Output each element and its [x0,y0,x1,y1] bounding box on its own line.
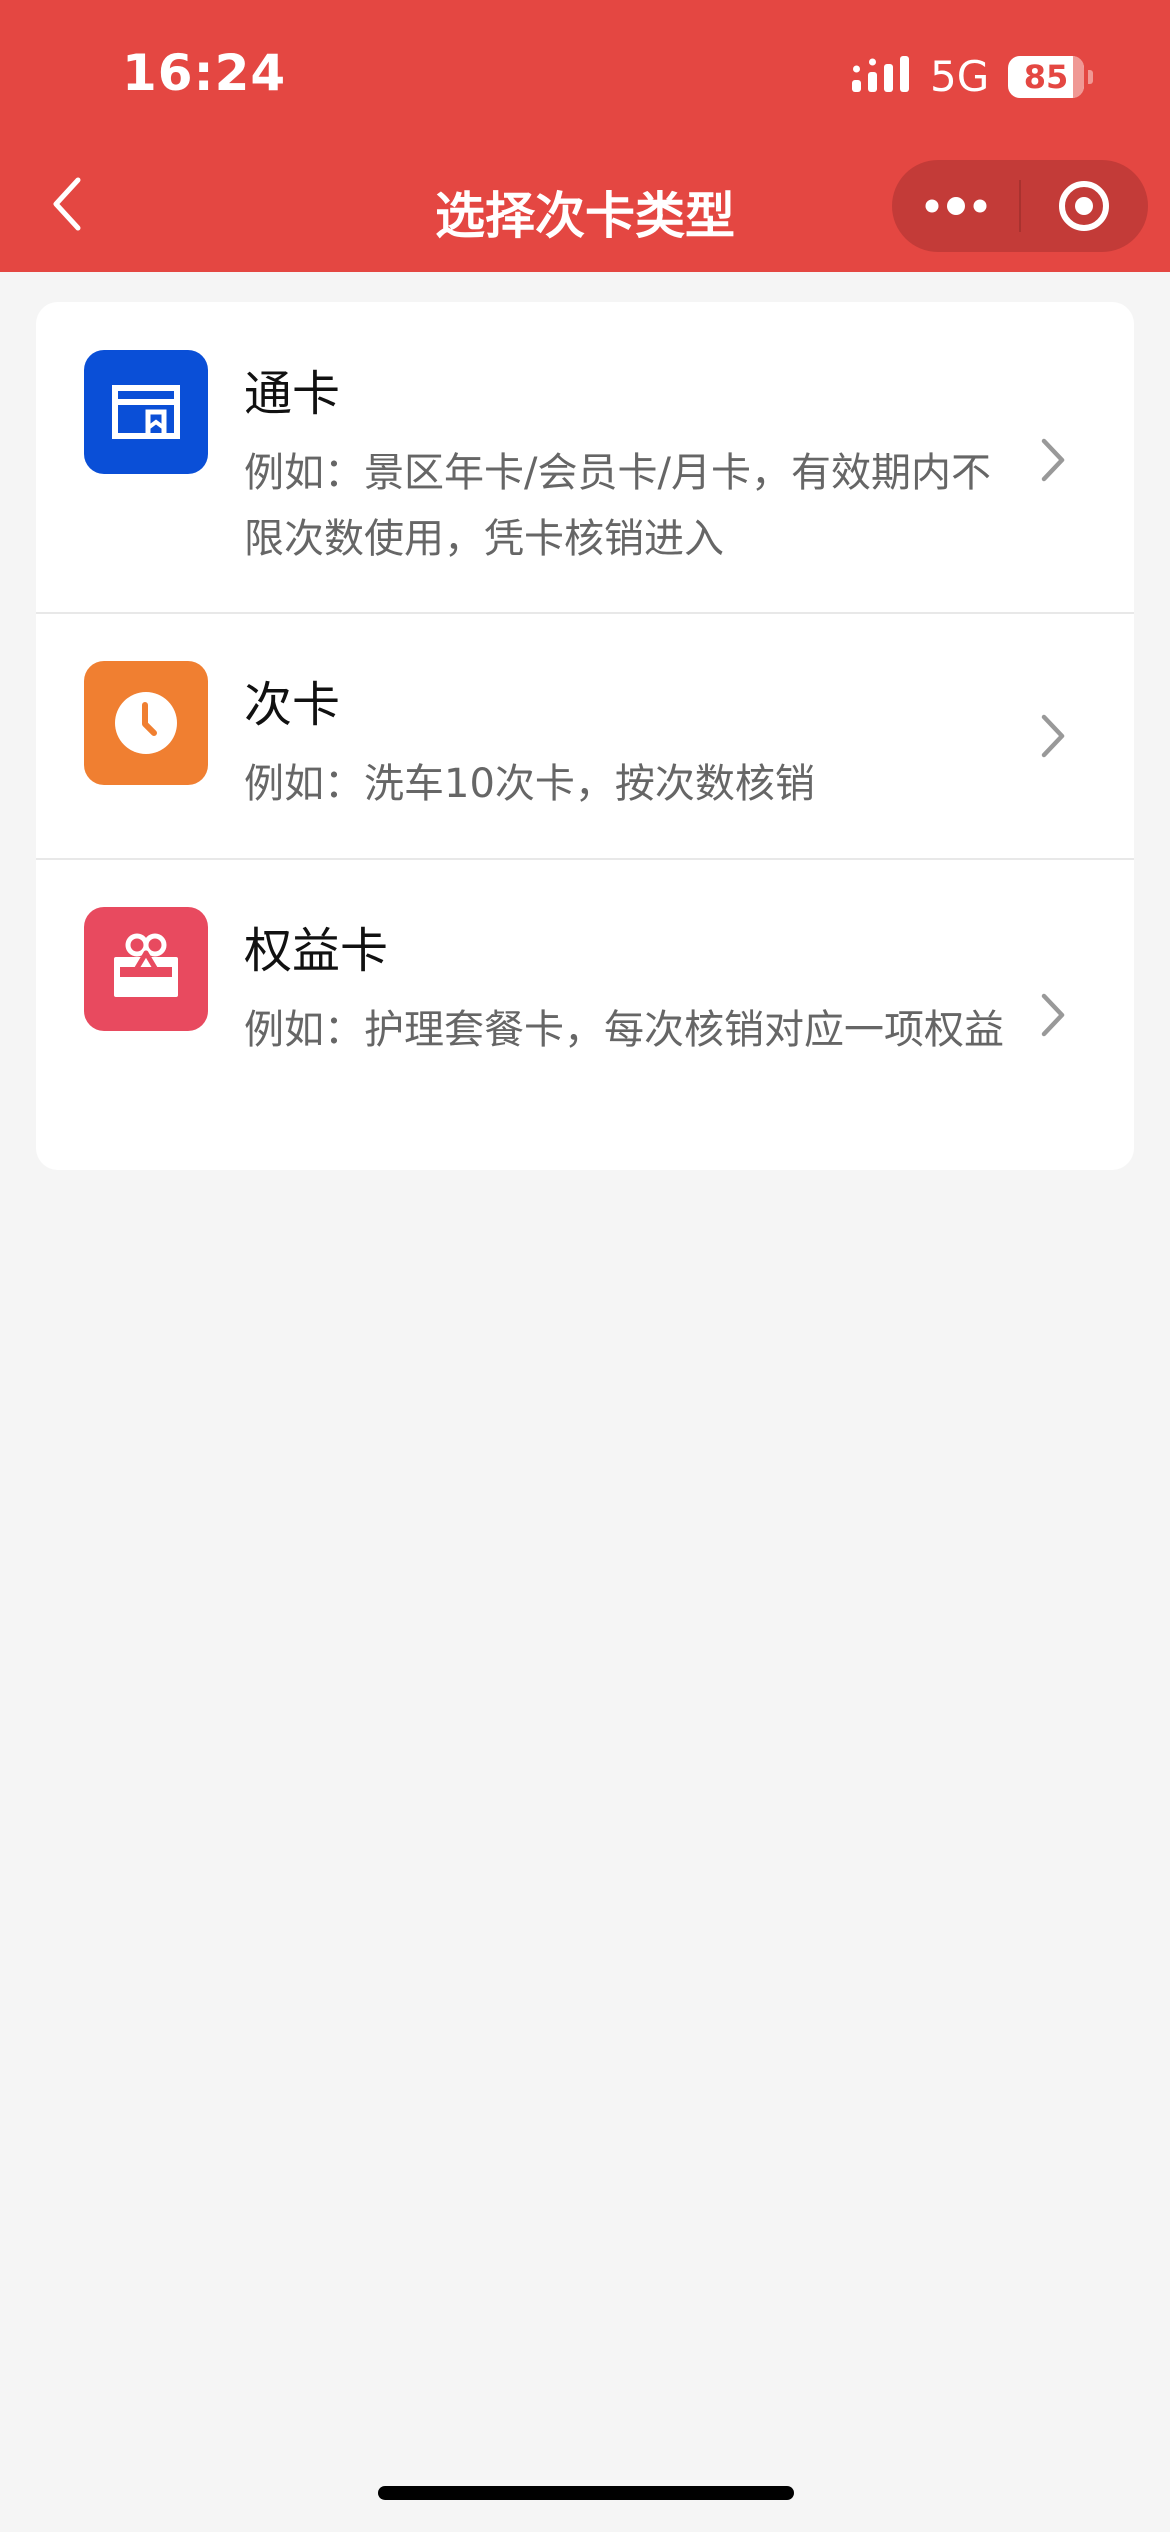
mini-program-capsule [892,160,1148,252]
clock-icon-tile [84,661,208,785]
more-button[interactable] [892,160,1020,252]
header: 16:24 5G 85 选择次卡类型 [0,0,1170,272]
item-title: 通卡 [244,366,341,422]
home-indicator[interactable] [378,2486,794,2500]
target-circle-icon [1059,181,1109,231]
chevron-right-icon [1041,714,1065,758]
list-item-count-card[interactable]: 次卡 例如：洗车10次卡，按次数核销 [36,613,1134,858]
gift-icon-tile [84,907,208,1031]
battery-icon: 85 [1008,56,1093,98]
item-description: 例如：护理套餐卡，每次核销对应一项权益 [244,1007,1004,1053]
item-title: 次卡 [244,677,341,733]
chevron-right-icon [1041,993,1065,1037]
card-icon [112,385,180,439]
list-item-benefit-card[interactable]: 权益卡 例如：护理套餐卡，每次核销对应一项权益 [36,859,1134,1170]
battery-tip [1088,70,1093,84]
item-description: 例如：洗车10次卡，按次数核销 [244,761,815,807]
more-dots-icon [925,197,987,215]
item-title: 权益卡 [244,923,389,979]
clock-icon [115,692,177,754]
chevron-right-icon [1041,438,1065,482]
card-icon-tile [84,350,208,474]
card-type-list: 通卡 例如：景区年卡/会员卡/月卡，有效期内不限次数使用，凭卡核销进入 次卡 例… [36,302,1134,1170]
status-time: 16:24 [122,44,287,102]
signal-icon [852,56,909,92]
network-label: 5G [930,52,990,101]
close-button[interactable] [1020,160,1148,252]
list-item-pass-card[interactable]: 通卡 例如：景区年卡/会员卡/月卡，有效期内不限次数使用，凭卡核销进入 [36,302,1134,612]
battery-level: 85 [1023,58,1069,96]
item-description: 例如：景区年卡/会员卡/月卡，有效期内不限次数使用，凭卡核销进入 [244,450,991,562]
gift-icon [114,933,178,997]
